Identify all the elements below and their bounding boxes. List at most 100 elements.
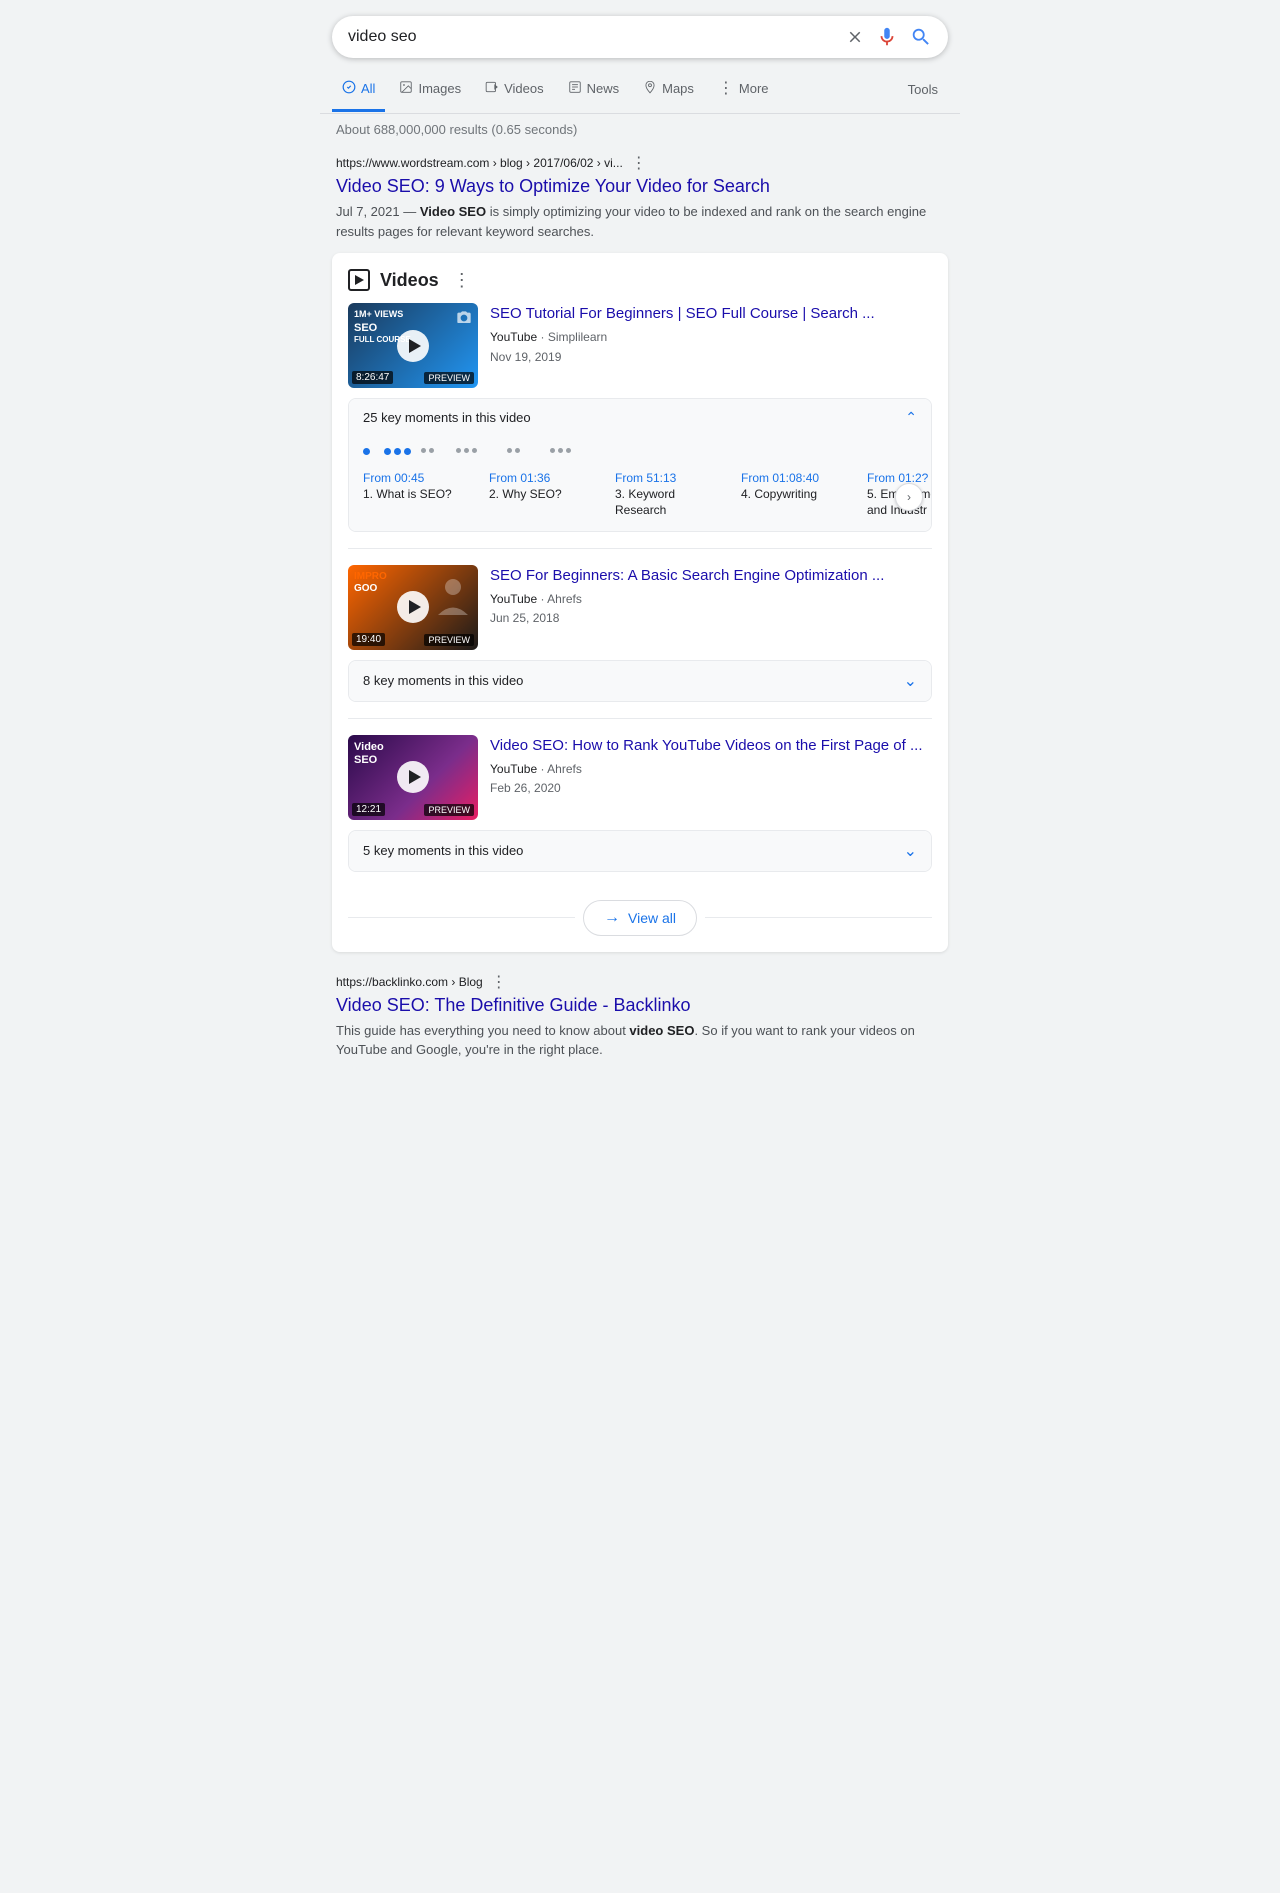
moment-item-2: From 01:36 2. Why SEO? [489,471,599,518]
images-icon [399,80,413,97]
video-duration-1: 8:26:47 [352,371,393,384]
news-icon [568,80,582,97]
improve-text-label: IMPRO GOO [354,571,387,595]
video-thumb-3[interactable]: Video SEO 12:21 PREVIEW [348,735,478,820]
arrow-right-icon: → [604,909,620,927]
video-seo-label: Video SEO [354,741,384,767]
dot [456,448,461,453]
timeline-1 [349,436,931,463]
key-moments-header-2[interactable]: 8 key moments in this video [349,661,931,701]
dot [507,448,512,453]
moment-item-3: From 51:13 3. Keyword Research [615,471,725,518]
moments-grid-1: From 00:45 1. What is SEO? From 01:36 2.… [349,463,931,530]
video-info-3: Video SEO: How to Rank YouTube Videos on… [490,735,932,798]
preview-badge-1: PREVIEW [424,372,474,384]
dot [515,448,520,453]
video-meta-3: YouTube · Ahrefs Feb 26, 2020 [490,760,932,798]
video-meta-1: YouTube · Simplilearn Nov 19, 2019 [490,328,932,366]
dot [550,448,555,453]
video-duration-3: 12:21 [352,803,385,816]
video-link-1[interactable]: SEO Tutorial For Beginners | SEO Full Co… [490,303,932,324]
tab-all[interactable]: All [332,68,385,112]
view-all-button[interactable]: → View all [583,900,697,936]
videos-more-button[interactable]: ⋮ [453,270,471,291]
tab-images[interactable]: Images [389,68,471,112]
dot [404,448,411,455]
play-button-3[interactable] [397,761,429,793]
tab-videos[interactable]: Videos [475,68,554,112]
dot [472,448,477,453]
results-count: About 688,000,000 results (0.65 seconds) [320,114,960,145]
tab-more[interactable]: ⋮ More [708,66,779,113]
second-result-title[interactable]: Video SEO: The Definitive Guide - Backli… [336,994,944,1017]
person-icon-2 [438,575,468,618]
tab-maps[interactable]: Maps [633,68,704,112]
thumb-bg-3: Video SEO 12:21 PREVIEW [348,735,478,820]
moment-item-1: From 00:45 1. What is SEO? [363,471,473,518]
view-all-row: → View all [332,888,948,944]
chevron-up-icon-1 [905,409,917,426]
dot [566,448,571,453]
thumb-bg-1: 1M+ VIEWS SEO FULL COURSE 8:26:47 PREVIE… [348,303,478,388]
moment-time-5[interactable]: From 01:2? [867,471,931,485]
videos-panel-title: Videos [380,270,439,291]
view-all-line-left [348,917,575,918]
moment-item-4: From 01:08:40 4. Copywriting [741,471,851,518]
moment-time-2[interactable]: From 01:36 [489,471,599,485]
videos-panel-icon [348,269,370,291]
video-item-1: 1M+ VIEWS SEO FULL COURSE 8:26:47 PREVIE… [332,303,948,547]
moment-time-4[interactable]: From 01:08:40 [741,471,851,485]
view-all-line-right [705,917,932,918]
search-input[interactable] [348,28,846,46]
first-result-title[interactable]: Video SEO: 9 Ways to Optimize Your Video… [336,175,944,198]
video-row-2: IMPRO GOO 19:40 PREVIEW SE [348,565,932,650]
first-result-snippet: Jul 7, 2021 — Video SEO is simply optimi… [336,202,944,241]
moments-next-button[interactable]: › [895,483,923,511]
tools-tab[interactable]: Tools [898,70,948,109]
search-icons [846,26,932,48]
dot [429,448,434,453]
first-result-options-button[interactable]: ⋮ [629,153,649,173]
key-moments-3: 5 key moments in this video [348,830,932,872]
all-icon [342,80,356,97]
chevron-down-icon-2 [904,671,917,691]
preview-badge-3: PREVIEW [424,804,474,816]
moment-label-1: 1. What is SEO? [363,487,473,503]
video-link-2[interactable]: SEO For Beginners: A Basic Search Engine… [490,565,932,586]
play-button-1[interactable] [397,330,429,362]
video-info-2: SEO For Beginners: A Basic Search Engine… [490,565,932,628]
second-result-snippet: This guide has everything you need to kn… [336,1021,944,1060]
moment-label-2: 2. Why SEO? [489,487,599,503]
video-meta-2: YouTube · Ahrefs Jun 25, 2018 [490,590,932,628]
video-thumb-2[interactable]: IMPRO GOO 19:40 PREVIEW [348,565,478,650]
camera-icon-1 [456,309,472,326]
clear-button[interactable] [846,28,864,46]
dot [464,448,469,453]
thumb-bg-2: IMPRO GOO 19:40 PREVIEW [348,565,478,650]
play-button-2[interactable] [397,591,429,623]
voice-search-button[interactable] [876,26,898,48]
maps-icon [643,80,657,97]
tab-news[interactable]: News [558,68,630,112]
video-item-3: Video SEO 12:21 PREVIEW Video SEO: How t… [332,719,948,888]
video-link-3[interactable]: Video SEO: How to Rank YouTube Videos on… [490,735,932,756]
preview-badge-2: PREVIEW [424,634,474,646]
video-duration-2: 19:40 [352,633,385,646]
dot [421,448,426,453]
search-bar-container [320,0,960,58]
moment-label-4: 4. Copywriting [741,487,851,503]
key-moments-header-3[interactable]: 5 key moments in this video [349,831,931,871]
search-button[interactable] [910,26,932,48]
moment-time-1[interactable]: From 00:45 [363,471,473,485]
key-moments-header-1[interactable]: 25 key moments in this video [349,399,931,436]
dot [558,448,563,453]
video-thumb-1[interactable]: 1M+ VIEWS SEO FULL COURSE 8:26:47 PREVIE… [348,303,478,388]
video-row-3: Video SEO 12:21 PREVIEW Video SEO: How t… [348,735,932,820]
moment-time-3[interactable]: From 51:13 [615,471,725,485]
dot [394,448,401,455]
moment-label-3: 3. Keyword Research [615,487,725,518]
videos-panel: Videos ⋮ 1M+ VIEWS SEO FULL COURSE 8:26: [332,253,948,951]
dot [384,448,391,455]
videos-icon [485,80,499,97]
second-result-options-button[interactable]: ⋮ [489,972,509,992]
